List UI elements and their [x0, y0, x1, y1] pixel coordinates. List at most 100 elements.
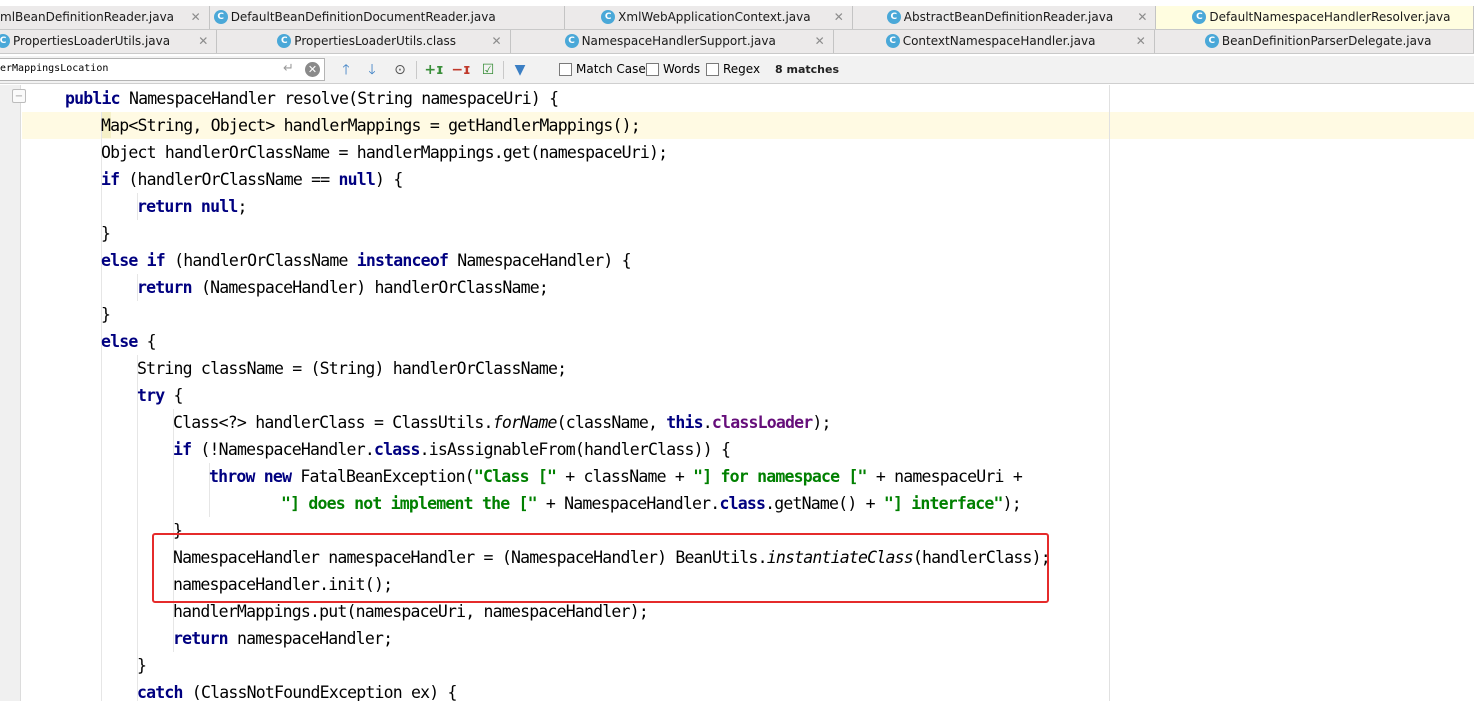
- class-icon: C: [277, 33, 292, 48]
- code-token: forName: [492, 413, 558, 432]
- code-token: NamespaceHandler resolve(String namespac…: [119, 89, 559, 108]
- code-token: instanceof: [356, 251, 449, 270]
- tab-default-namespace-handler-resolver[interactable]: C DefaultNamespaceHandlerResolver.java: [1156, 6, 1474, 29]
- match-case-checkbox[interactable]: [559, 63, 572, 76]
- editor-gutter: [0, 85, 21, 701]
- class-icon: C: [1192, 9, 1207, 24]
- find-bar: erMappingsLocation ↵ ✕ 🡑 🡓 ⊙ +ɪ −ɪ ☑ ▼ M…: [0, 56, 1474, 84]
- tab-label: mlBeanDefinitionReader.java: [0, 10, 175, 24]
- toolbar-separator: [416, 61, 417, 79]
- code-token: .getName() +: [765, 494, 884, 513]
- add-occurrence-icon[interactable]: +ɪ: [424, 60, 444, 80]
- code-token: .isAssignableFrom(handlerClass)) {: [419, 440, 731, 459]
- code-token: (className,: [556, 413, 667, 432]
- words-checkbox[interactable]: [646, 63, 659, 76]
- close-icon[interactable]: ✕: [834, 6, 844, 29]
- search-input[interactable]: erMappingsLocation ↵ ✕: [0, 58, 325, 81]
- code-token: (NamespaceHandler) handlerOrClassName;: [191, 278, 549, 297]
- words-label: Words: [663, 62, 701, 76]
- code-token: namespaceHandler;: [227, 629, 393, 648]
- code-token: {: [164, 386, 184, 405]
- code-token: this: [666, 413, 703, 432]
- close-icon[interactable]: ✕: [1137, 6, 1147, 29]
- code-line: else {: [101, 328, 157, 355]
- code-token: classLoader: [711, 413, 813, 432]
- class-icon: C: [601, 9, 616, 24]
- code-token: else: [101, 332, 138, 351]
- code-token: );: [1002, 494, 1022, 513]
- code-line: Object handlerOrClassName = handlerMappi…: [101, 139, 668, 166]
- filter-icon[interactable]: ▼: [510, 60, 530, 80]
- next-occurrence-icon[interactable]: 🡓: [362, 60, 382, 80]
- tab-default-bean-definition-document-reader[interactable]: C DefaultBeanDefinitionDocumentReader.jav…: [210, 6, 566, 29]
- code-editor[interactable]: − public NamespaceHandler resolve(String…: [0, 85, 1474, 701]
- tab-properties-loader-utils-class[interactable]: C PropertiesLoaderUtils.class ✕: [217, 30, 511, 53]
- code-token: FatalBeanException(: [291, 467, 474, 486]
- tab-label: NamespaceHandlerSupport.java: [581, 34, 776, 48]
- clear-search-icon[interactable]: ✕: [305, 62, 320, 77]
- code-token: ) {: [375, 170, 403, 189]
- code-line: public NamespaceHandler resolve(String n…: [65, 85, 559, 112]
- class-icon: C: [1204, 33, 1219, 48]
- code-token: NamespaceHandler) {: [448, 251, 631, 270]
- highlight-annotation-box: [152, 533, 1049, 603]
- toolbar-separator: [503, 61, 504, 79]
- code-token: }: [137, 656, 147, 675]
- tab-label: PropertiesLoaderUtils.class: [294, 34, 457, 48]
- code-token: return null: [137, 197, 238, 216]
- tab-label: DefaultBeanDefinitionDocumentReader.java: [230, 10, 496, 24]
- code-token: handlerMappings.put(namespaceUri, namesp…: [173, 602, 649, 621]
- editor-tabs-row-2: C PropertiesLoaderUtils.java ✕ C Propertie…: [0, 30, 1474, 54]
- code-line: "] does not implement the [" + Namespace…: [281, 490, 1022, 517]
- matches-count: 8 matches: [775, 63, 839, 76]
- code-token: return: [137, 278, 193, 297]
- class-icon: C: [213, 9, 228, 24]
- tab-bean-definition-parser-delegate[interactable]: C BeanDefinitionParserDelegate.java: [1155, 30, 1474, 53]
- code-token: else if: [101, 251, 166, 270]
- close-icon[interactable]: ✕: [191, 6, 201, 29]
- code-line: if (!NamespaceHandler.class.isAssignable…: [173, 436, 731, 463]
- close-icon[interactable]: ✕: [198, 30, 208, 53]
- class-icon: C: [0, 33, 10, 48]
- code-token: }: [101, 305, 111, 324]
- code-token: try: [137, 386, 165, 405]
- code-token: if: [173, 440, 192, 459]
- close-icon[interactable]: ✕: [492, 30, 502, 53]
- code-line: return null;: [137, 193, 247, 220]
- tab-label: ContextNamespaceHandler.java: [902, 34, 1096, 48]
- code-token: );: [812, 413, 831, 432]
- code-line: else if (handlerOrClassName instanceof N…: [101, 247, 632, 274]
- close-icon[interactable]: ✕: [1136, 30, 1146, 53]
- remove-occurrence-icon[interactable]: −ɪ: [451, 60, 471, 80]
- close-icon[interactable]: ✕: [815, 30, 825, 53]
- class-icon: C: [564, 33, 579, 48]
- code-token: throw new: [209, 467, 292, 486]
- previous-occurrence-icon[interactable]: 🡑: [336, 60, 356, 80]
- code-token: return: [173, 629, 229, 648]
- find-all-occurrences-icon[interactable]: ⊙: [390, 60, 410, 80]
- code-token: "] for namespace [": [693, 467, 867, 486]
- tab-properties-loader-utils-java[interactable]: C PropertiesLoaderUtils.java ✕: [0, 30, 218, 53]
- search-query[interactable]: erMappingsLocation: [0, 63, 108, 74]
- code-token: "] does not implement the [": [281, 494, 538, 513]
- regex-label: Regex: [723, 62, 761, 76]
- tab-xml-bean-definition-reader[interactable]: mlBeanDefinitionReader.java ✕: [0, 6, 210, 29]
- tab-namespace-handler-support[interactable]: C NamespaceHandlerSupport.java ✕: [511, 30, 834, 53]
- code-token: + className +: [556, 467, 694, 486]
- tab-context-namespace-handler[interactable]: C ContextNamespaceHandler.java ✕: [834, 30, 1155, 53]
- code-line: return namespaceHandler;: [173, 625, 393, 652]
- code-line: String className = (String) handlerOrCla…: [137, 355, 567, 382]
- code-token: null: [338, 170, 376, 189]
- code-token: Map<String, Object> handlerMappings = ge…: [101, 116, 641, 135]
- code-line: }: [137, 652, 147, 679]
- select-all-occurrences-icon[interactable]: ☑: [478, 60, 498, 80]
- tab-abstract-bean-definition-reader[interactable]: C AbstractBeanDefinitionReader.java ✕: [853, 6, 1157, 29]
- code-token: Class<?> handlerClass = ClassUtils.: [173, 413, 493, 432]
- tab-xml-web-application-context[interactable]: C XmlWebApplicationContext.java ✕: [565, 6, 853, 29]
- code-line: }: [101, 220, 111, 247]
- code-token: Object handlerOrClassName = handlerMappi…: [101, 143, 668, 162]
- regex-checkbox[interactable]: [706, 63, 719, 76]
- class-icon: C: [885, 33, 900, 48]
- fold-icon[interactable]: −: [12, 89, 26, 103]
- code-token: "Class [": [473, 467, 557, 486]
